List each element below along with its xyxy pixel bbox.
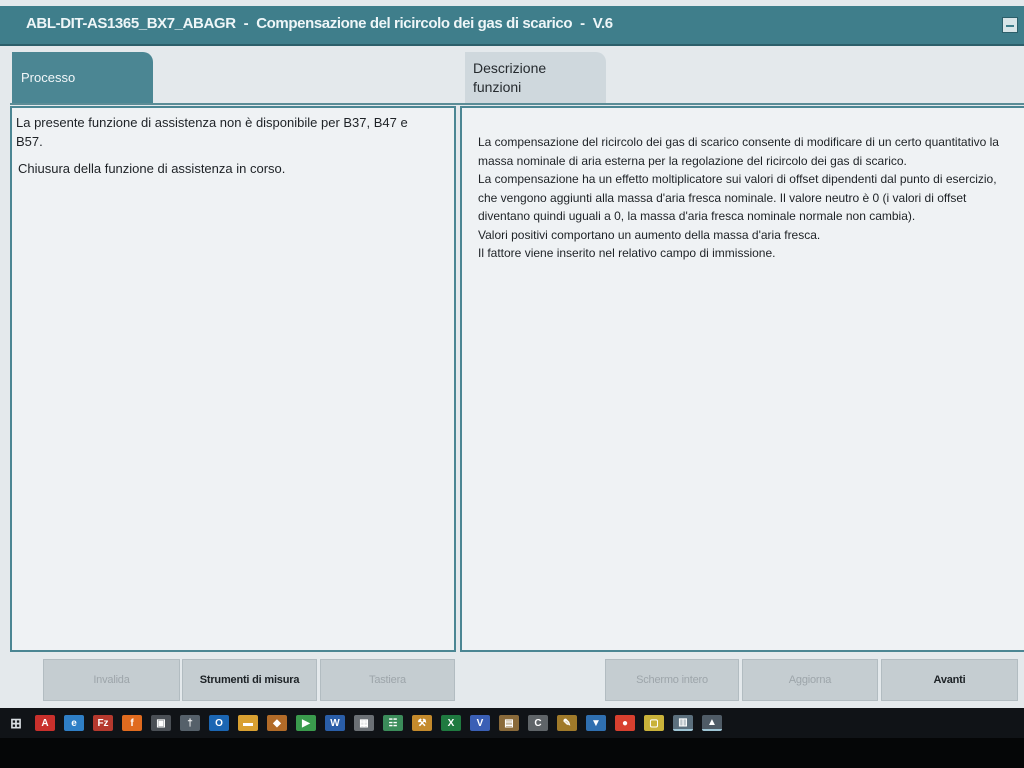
tab-descrizione-label-line1: Descrizione <box>473 60 547 76</box>
excel-icon[interactable]: X <box>441 715 461 731</box>
description-paragraph: La compensazione del ricircolo dei gas d… <box>478 135 999 168</box>
usb-icon[interactable]: † <box>180 715 200 731</box>
invalida-button[interactable]: Invalida <box>43 659 180 701</box>
word-icon[interactable]: W <box>325 715 345 731</box>
chrome-icon[interactable]: ● <box>615 715 635 731</box>
tab-descrizione-funzioni[interactable]: Descrizione funzioni <box>465 52 606 104</box>
notes-icon[interactable]: ▢ <box>644 715 664 731</box>
function-description: La compensazione del ricircolo dei gas d… <box>478 133 1003 263</box>
tab-processo-label: Processo <box>21 70 76 85</box>
aggiorna-button[interactable]: Aggiorna <box>742 659 878 701</box>
firefox-icon[interactable]: f <box>122 715 142 731</box>
tab-descrizione-label-line2: funzioni <box>473 79 522 95</box>
application-window: ABL-DIT-AS1365_BX7_ABAGR - Compensazione d… <box>0 0 1024 708</box>
wrench-icon[interactable]: ✎ <box>557 715 577 731</box>
title-bar: ABL-DIT-AS1365_BX7_ABAGR - Compensazione d… <box>0 6 1024 46</box>
title-version: V.6 <box>592 15 613 32</box>
title-function-name: Compensazione del ricircolo dei gas di s… <box>256 15 573 32</box>
taskbar: ⊞ Ae Fz f ▣ † O ▬ ◆ ▶ W ▦ ☷ ⚒ X V ▤ C ✎ ▼ ● ▢ ▥ ▲ <box>0 708 1024 738</box>
calculator-icon[interactable]: ▦ <box>354 715 374 731</box>
photos-icon[interactable]: ▲ <box>702 715 722 731</box>
folder-icon[interactable]: ▬ <box>238 715 258 731</box>
window-title: ABL-DIT-AS1365_BX7_ABAGR - Compensazione d… <box>26 15 613 32</box>
description-paragraph: La compensazione ha un effetto moltiplic… <box>478 172 997 223</box>
outlook-icon[interactable]: O <box>209 715 229 731</box>
schermo-intero-button[interactable]: Schermo intero <box>605 659 739 701</box>
screen-bezel <box>0 738 1024 768</box>
closing-message: Chiusura della funzione di assistenza in… <box>18 161 286 176</box>
tab-divider <box>10 103 1024 105</box>
tastiera-button[interactable]: Tastiera <box>320 659 455 701</box>
visio-icon[interactable]: V <box>470 715 490 731</box>
title-separator: - <box>580 15 585 32</box>
terminal-icon[interactable]: C <box>528 715 548 731</box>
network-icon[interactable]: ☷ <box>383 715 403 731</box>
start-icon[interactable]: ⊞ <box>6 715 26 731</box>
app-window-icon[interactable]: ▣ <box>151 715 171 731</box>
explorer-icon[interactable]: ▥ <box>673 715 693 731</box>
browser-icon[interactable]: e <box>64 715 84 731</box>
process-panel: La presente funzione di assistenza non è… <box>10 106 456 652</box>
avanti-button[interactable]: Avanti <box>881 659 1018 701</box>
title-code: ABL-DIT-AS1365_BX7_ABAGR <box>26 15 236 32</box>
media-icon[interactable]: ▶ <box>296 715 316 731</box>
description-paragraph: Valori positivi comportano un aumento de… <box>478 227 821 242</box>
shield-icon[interactable]: ▼ <box>586 715 606 731</box>
diagnosis-icon[interactable]: ▤ <box>499 715 519 731</box>
window-menu-button[interactable] <box>1002 17 1018 33</box>
tab-processo[interactable]: Processo <box>12 52 153 104</box>
strumenti-di-misura-button[interactable]: Strumenti di misura <box>182 659 317 701</box>
title-separator: - <box>243 15 249 32</box>
acrobat-icon[interactable]: A <box>35 715 55 731</box>
tool-icon[interactable]: ⚒ <box>412 715 432 731</box>
filezilla-icon[interactable]: Fz <box>93 715 113 731</box>
description-paragraph: Il fattore viene inserito nel relativo c… <box>478 246 776 260</box>
description-panel: La compensazione del ricircolo dei gas d… <box>460 106 1024 652</box>
unavailable-message: La presente funzione di assistenza non è… <box>16 115 408 149</box>
package-icon[interactable]: ◆ <box>267 715 287 731</box>
